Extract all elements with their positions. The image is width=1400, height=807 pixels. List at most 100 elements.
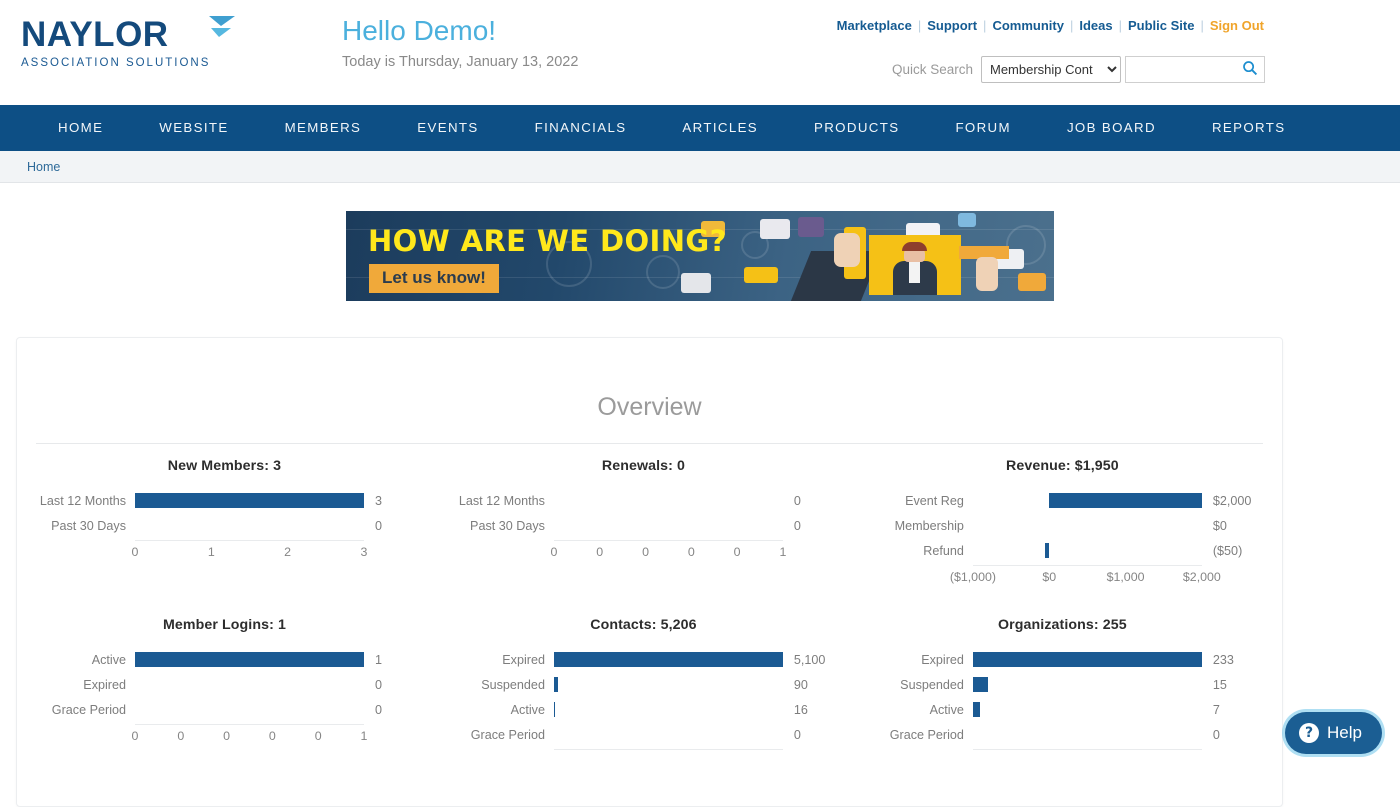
charts-grid: New Members: 3 Last 12 Months3Past 30 Day… — [17, 444, 1282, 750]
chart-ticks: 000001 — [39, 729, 410, 746]
chart-row-value: 0 — [1202, 728, 1248, 742]
chart-bar — [554, 652, 783, 667]
naylor-logo[interactable]: NAYLOR ASSOCIATION SOLUTIONS — [21, 16, 231, 69]
chart-track — [554, 488, 783, 513]
chart-contacts: Contacts: 5,206Expired5,100Suspended90Ac… — [440, 587, 859, 750]
chart-row-value: $0 — [1202, 519, 1248, 533]
page-header: NAYLOR ASSOCIATION SOLUTIONS Hello Demo!… — [0, 0, 1400, 105]
chart-tick-label: 0 — [642, 545, 649, 559]
chart-revenue: Revenue: $1,950Event Reg$2,000Membership… — [859, 444, 1278, 587]
breadcrumb-item-home[interactable]: Home — [27, 160, 60, 174]
quick-search: Quick Search Membership Cont — [892, 56, 1265, 83]
chart-tick-label: 2 — [284, 545, 291, 559]
breadcrumb: Home — [0, 151, 1400, 183]
nav-item-events[interactable]: EVENTS — [389, 105, 506, 151]
chart-tick-label: 1 — [361, 729, 368, 743]
chart-track — [973, 722, 1202, 747]
chart-axis-line — [458, 749, 829, 750]
link-separator: | — [1200, 18, 1203, 33]
chart-track — [973, 538, 1202, 563]
quick-search-label: Quick Search — [892, 62, 973, 77]
chart-title: Organizations: 255 — [877, 617, 1248, 633]
chart-title: Renewals: 0 — [458, 458, 829, 474]
link-separator: | — [1070, 18, 1073, 33]
chart-row-value: 0 — [364, 703, 410, 717]
chart-row-value: 0 — [783, 519, 829, 533]
sign-out-link[interactable]: Sign Out — [1210, 18, 1264, 33]
overview-card: Overview New Members: 3 Last 12 Months3Pa… — [16, 337, 1283, 807]
chart-row-label: Suspended — [458, 678, 554, 692]
chart-row: Refund($50) — [877, 538, 1248, 563]
top-link-marketplace[interactable]: Marketplace — [837, 18, 912, 33]
chart-row-value: 7 — [1202, 703, 1248, 717]
chart-track — [135, 697, 364, 722]
chart-row: Active16 — [458, 697, 829, 722]
chart-ticks: 000001 — [458, 545, 829, 562]
chart-row-value: 0 — [364, 519, 410, 533]
nav-item-articles[interactable]: ARTICLES — [654, 105, 786, 151]
quick-search-input[interactable] — [1126, 57, 1238, 82]
main-navigation: HOME WEBSITE MEMBERS EVENTS FINANCIALS A… — [0, 105, 1400, 151]
chart-bar — [135, 652, 364, 667]
top-link-community[interactable]: Community — [992, 18, 1064, 33]
chart-row-value: ($50) — [1202, 544, 1248, 558]
chart-row: Grace Period0 — [458, 722, 829, 747]
top-link-support[interactable]: Support — [927, 18, 977, 33]
chart-row-value: 1 — [364, 653, 410, 667]
chart-renewals: Renewals: 0Last 12 Months0Past 30 Days00… — [440, 444, 859, 587]
nav-item-website[interactable]: WEBSITE — [131, 105, 256, 151]
chart-track — [135, 513, 364, 538]
top-link-ideas[interactable]: Ideas — [1079, 18, 1112, 33]
nav-item-financials[interactable]: FINANCIALS — [507, 105, 655, 151]
chart-row: Past 30 Days0 — [39, 513, 410, 538]
chart-bar — [973, 652, 1202, 667]
quick-search-scope-select[interactable]: Membership Cont — [981, 56, 1121, 83]
link-separator: | — [918, 18, 921, 33]
nav-item-members[interactable]: MEMBERS — [257, 105, 390, 151]
chart-axis-line — [458, 540, 829, 541]
chart-title: New Members: 3 — [39, 458, 410, 474]
chart-tick-label: 0 — [315, 729, 322, 743]
chart-row-value: 15 — [1202, 678, 1248, 692]
chart-row: Grace Period0 — [877, 722, 1248, 747]
logo-arrow-icon — [207, 14, 237, 45]
chart-row-label: Event Reg — [877, 494, 973, 508]
nav-item-reports[interactable]: REPORTS — [1184, 105, 1314, 151]
chart-tick-label: 0 — [223, 729, 230, 743]
promo-banner-area: ★ HOW ARE WE DOING? Let us know! — [0, 183, 1400, 328]
chart-row-label: Active — [877, 703, 973, 717]
banner-cta-button[interactable]: Let us know! — [369, 264, 499, 293]
top-link-public-site[interactable]: Public Site — [1128, 18, 1194, 33]
chart-tick-label: ($1,000) — [950, 570, 996, 584]
chart-rows: Active1Expired0Grace Period0 — [39, 647, 410, 722]
chart-track — [554, 722, 783, 747]
chart-track — [973, 488, 1202, 513]
chart-row-label: Suspended — [877, 678, 973, 692]
chart-bar — [973, 677, 988, 692]
page-title: Overview — [17, 338, 1282, 422]
logo-wordmark: NAYLOR — [21, 16, 231, 54]
chart-title: Member Logins: 1 — [39, 617, 410, 633]
chart-track — [554, 672, 783, 697]
chart-row-value: 0 — [783, 494, 829, 508]
nav-item-products[interactable]: PRODUCTS — [786, 105, 927, 151]
nav-item-forum[interactable]: FORUM — [927, 105, 1039, 151]
chart-rows: Last 12 Months3Past 30 Days0 — [39, 488, 410, 538]
help-button[interactable]: ? Help — [1285, 712, 1382, 754]
nav-item-job-board[interactable]: JOB BOARD — [1039, 105, 1184, 151]
chart-row-label: Active — [458, 703, 554, 717]
chart-row-value: $2,000 — [1202, 494, 1248, 508]
chart-tick-label: $1,000 — [1107, 570, 1145, 584]
utility-links: Marketplace|Support|Community|Ideas|Publ… — [837, 18, 1264, 33]
chart-axis-line — [39, 540, 410, 541]
nav-item-home[interactable]: HOME — [30, 105, 131, 151]
chart-row-label: Grace Period — [39, 703, 135, 717]
promo-banner[interactable]: ★ HOW ARE WE DOING? Let us know! — [346, 211, 1054, 301]
search-icon[interactable] — [1242, 60, 1258, 81]
chart-tick-label: 0 — [688, 545, 695, 559]
chart-row: Last 12 Months3 — [39, 488, 410, 513]
greeting-title: Hello Demo! — [342, 14, 578, 48]
chart-tick-label: 3 — [361, 545, 368, 559]
chart-ticks: ($1,000)$0$1,000$2,000 — [877, 570, 1248, 587]
chart-row: Grace Period 0 — [39, 697, 410, 722]
